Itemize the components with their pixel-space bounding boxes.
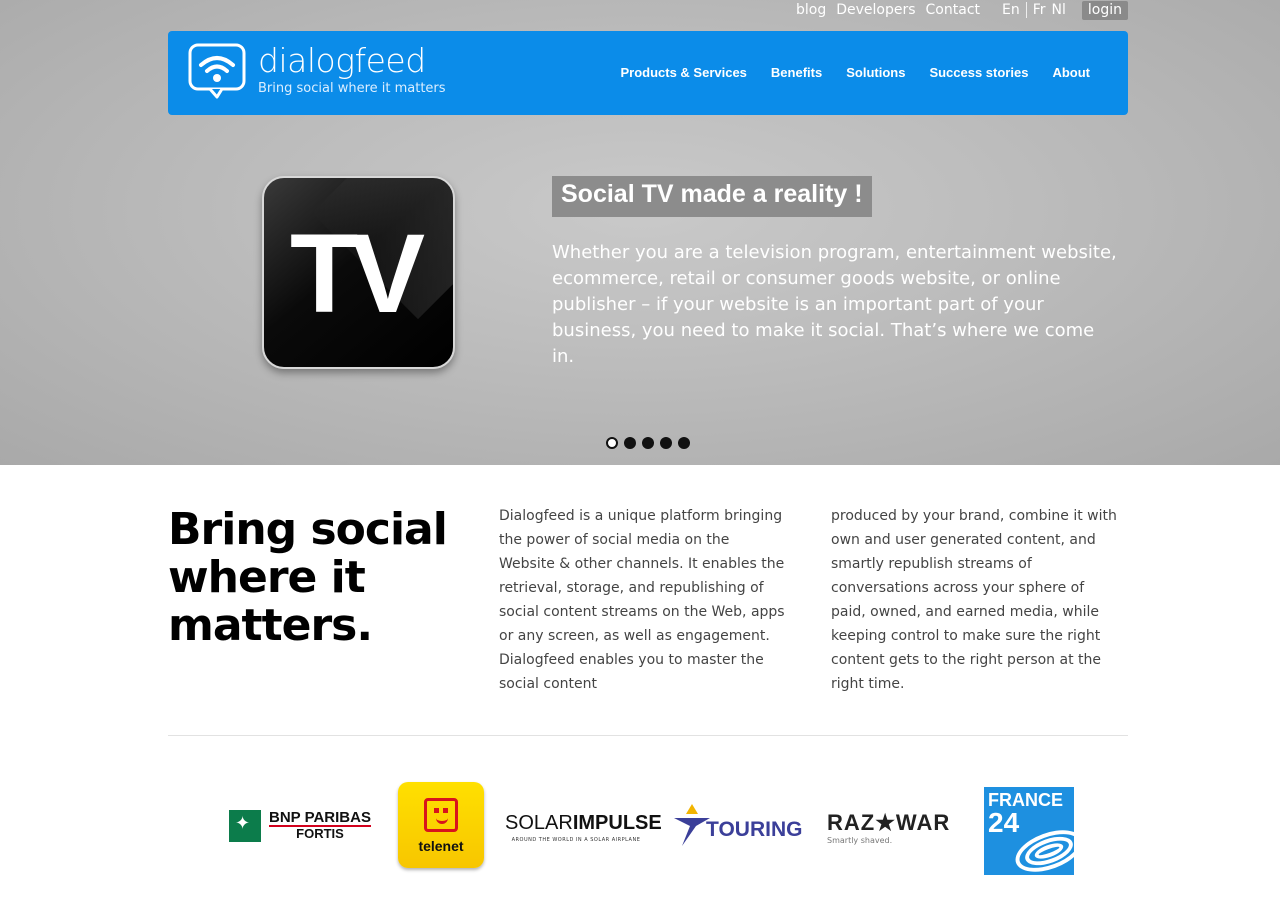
solar-impulse-logo[interactable]: SOLARIMPULSE AROUND THE WORLD IN A SOLAR… (505, 812, 662, 843)
lang-fr-link[interactable]: Fr (1025, 2, 1052, 18)
logo[interactable]: dialogfeed Bring social where it matters (188, 43, 446, 99)
touring-logo[interactable]: TOURING (672, 804, 802, 848)
developers-link[interactable]: Developers (836, 2, 915, 18)
slide-dot-2[interactable] (624, 437, 636, 449)
wifi-bubble-icon (188, 43, 246, 99)
telenet-logo[interactable]: telenet (398, 782, 484, 868)
login-button[interactable]: login (1081, 0, 1128, 20)
lang-nl-link[interactable]: Nl (1052, 2, 1072, 18)
slide-dot-4[interactable] (660, 437, 672, 449)
nav-products-services[interactable]: Products & Services (620, 65, 746, 80)
bnp-paribas-fortis-logo[interactable]: ✦ BNP PARIBAS FORTIS (229, 810, 379, 842)
nav-about[interactable]: About (1052, 65, 1090, 80)
section-divider (168, 735, 1128, 736)
intro-heading: Bring social where it matters. (168, 504, 448, 651)
slide-dot-3[interactable] (642, 437, 654, 449)
telenet-face-icon (424, 798, 458, 832)
main-nav: Products & Services Benefits Solutions S… (596, 65, 1090, 80)
raz-war-logo[interactable]: RAZ★WAR Smartly shaved. (827, 810, 949, 845)
nav-solutions[interactable]: Solutions (846, 65, 905, 80)
client-logos: ✦ BNP PARIBAS FORTIS telenet SOLARIMPULS… (0, 780, 1280, 880)
slide-dot-5[interactable] (678, 437, 690, 449)
header-bar: dialogfeed Bring social where it matters… (168, 31, 1128, 115)
utility-links: blog Developers Contact En Fr Nl login (786, 0, 1128, 20)
intro-text-col2: produced by your brand, combine it with … (831, 508, 1117, 692)
logo-tagline: Bring social where it matters (258, 81, 446, 96)
intro-text-col1: Dialogfeed is a unique platform bringing… (499, 508, 785, 692)
slide-text: Whether you are a television program, en… (552, 242, 1117, 367)
tv-icon: TV (262, 176, 455, 369)
slider-pagination (606, 437, 696, 449)
slide-title: Social TV made a reality ! (552, 176, 872, 217)
nav-success-stories[interactable]: Success stories (929, 65, 1028, 80)
lang-en-link[interactable]: En (996, 2, 1026, 18)
nav-benefits[interactable]: Benefits (771, 65, 822, 80)
bnp-stars-icon: ✦ (229, 810, 261, 842)
logo-name: dialogfeed (258, 41, 426, 80)
blog-link[interactable]: blog (796, 2, 826, 18)
france24-logo[interactable]: FRANCE 24 (984, 787, 1074, 875)
tv-icon-text: TV (290, 211, 425, 336)
contact-link[interactable]: Contact (926, 2, 980, 18)
slide-dot-1[interactable] (606, 437, 618, 449)
